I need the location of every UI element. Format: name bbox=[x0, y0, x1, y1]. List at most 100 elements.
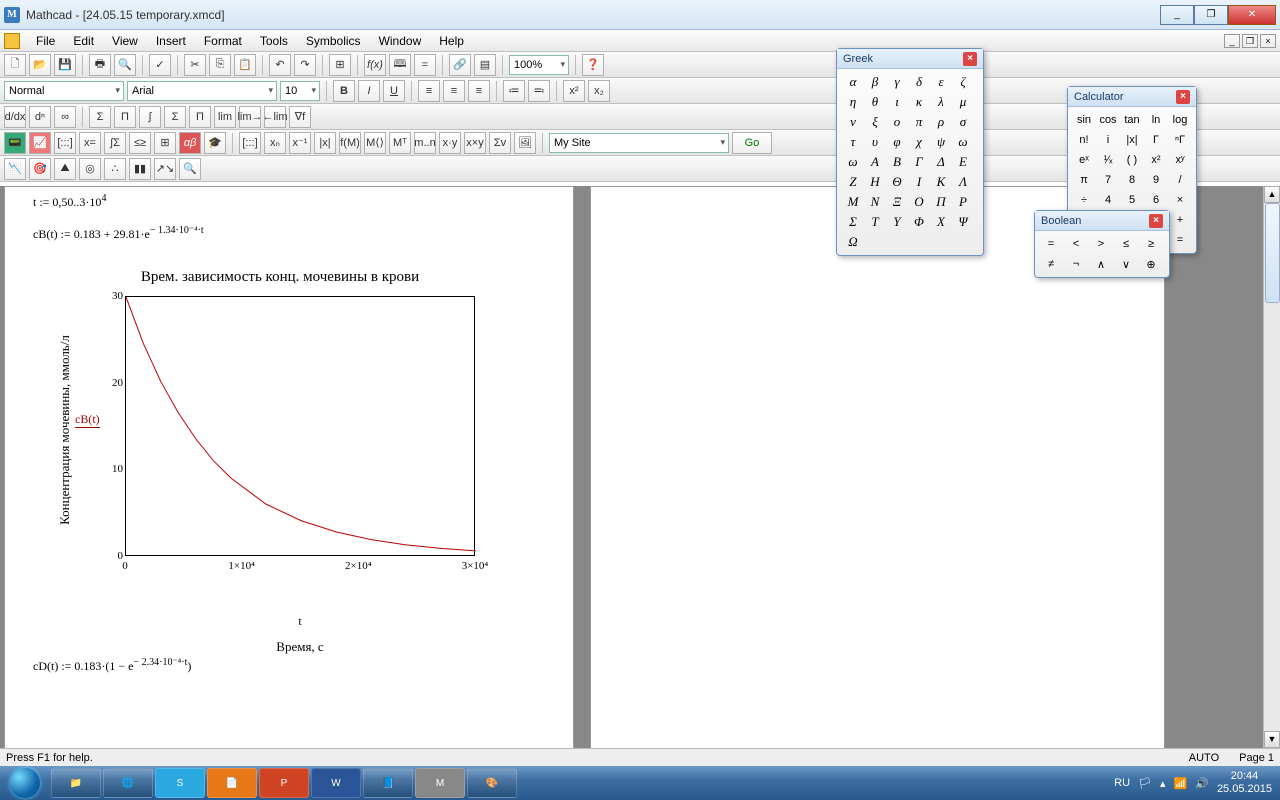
gradient-icon[interactable]: ∇f bbox=[289, 106, 311, 128]
palette-cell[interactable]: μ bbox=[953, 93, 973, 111]
tray-flag-icon[interactable]: 🏳 bbox=[1138, 777, 1152, 790]
evaluation-palette-button[interactable]: x= bbox=[79, 132, 101, 154]
palette-cell[interactable]: ο bbox=[887, 113, 907, 131]
palette-cell[interactable]: 4 bbox=[1098, 191, 1118, 209]
palette-cell[interactable]: = bbox=[1170, 231, 1190, 249]
range-button[interactable]: m..n bbox=[414, 132, 436, 154]
3d-scatter-button[interactable]: ∴ bbox=[104, 158, 126, 180]
tray-network-icon[interactable]: 📶 bbox=[1174, 777, 1188, 790]
scroll-up-button[interactable]: ▲ bbox=[1264, 186, 1280, 203]
palette-cell[interactable]: Γ bbox=[909, 153, 929, 171]
bar-plot-button[interactable]: ▮▮ bbox=[129, 158, 151, 180]
align-left-button[interactable]: ≡ bbox=[418, 80, 440, 102]
site-combo[interactable]: My Site bbox=[549, 133, 729, 153]
limit-left-icon[interactable]: ←lim bbox=[264, 106, 286, 128]
palette-cell[interactable]: T bbox=[865, 213, 885, 231]
palette-cell[interactable]: eˣ bbox=[1074, 151, 1094, 169]
cross-product-button[interactable]: x×y bbox=[464, 132, 486, 154]
palette-cell[interactable]: > bbox=[1091, 235, 1111, 253]
palette-cell[interactable]: 8 bbox=[1122, 171, 1142, 189]
close-button[interactable]: ✕ bbox=[1228, 5, 1276, 25]
maximize-button[interactable]: ❐ bbox=[1194, 5, 1228, 25]
palette-cell[interactable]: N bbox=[865, 193, 885, 211]
palette-cell[interactable]: 6 bbox=[1146, 191, 1166, 209]
palette-cell[interactable]: ¬ bbox=[1066, 255, 1086, 273]
graph-palette-button[interactable]: 📈 bbox=[29, 132, 51, 154]
palette-cell[interactable]: ≥ bbox=[1141, 235, 1161, 253]
palette-cell[interactable]: γ bbox=[887, 73, 907, 91]
align-center-button[interactable]: ≡ bbox=[443, 80, 465, 102]
palette-cell[interactable]: ρ bbox=[931, 113, 951, 131]
paste-button[interactable]: 📋 bbox=[234, 54, 256, 76]
vector-field-button[interactable]: ↗↘ bbox=[154, 158, 176, 180]
palette-cell[interactable] bbox=[909, 233, 929, 251]
palette-cell[interactable]: 7 bbox=[1098, 171, 1118, 189]
palette-cell[interactable]: β bbox=[865, 73, 885, 91]
palette-cell[interactable]: i bbox=[1098, 131, 1118, 149]
palette-cell[interactable] bbox=[931, 233, 951, 251]
palette-cell[interactable]: Z bbox=[843, 173, 863, 191]
save-button[interactable]: 💾 bbox=[54, 54, 76, 76]
palette-cell[interactable]: n! bbox=[1074, 131, 1094, 149]
tray-volume-icon[interactable]: 🔊 bbox=[1195, 777, 1209, 790]
palette-cell[interactable]: Δ bbox=[931, 153, 951, 171]
programming-palette-button[interactable]: ⊞ bbox=[154, 132, 176, 154]
infinity-icon[interactable]: ∞ bbox=[54, 106, 76, 128]
product-icon[interactable]: Π bbox=[189, 106, 211, 128]
menu-help[interactable]: Help bbox=[431, 32, 472, 50]
surface-plot-button[interactable]: ⛰ bbox=[54, 158, 76, 180]
insert-component-button[interactable]: ▤ bbox=[474, 54, 496, 76]
range-definition[interactable]: t := 0,50..3·104 bbox=[33, 193, 106, 210]
task-foxit[interactable]: 📄 bbox=[207, 768, 257, 798]
scroll-down-button[interactable]: ▼ bbox=[1264, 731, 1280, 748]
palette-cell[interactable]: ( ) bbox=[1122, 151, 1142, 169]
palette-cell[interactable]: ψ bbox=[931, 133, 951, 151]
chart-region[interactable]: Врем. зависимость конц. мочевины в крови… bbox=[45, 269, 515, 655]
summation-sigma-icon[interactable]: Σ bbox=[89, 106, 111, 128]
task-mathcad[interactable]: M bbox=[415, 768, 465, 798]
palette-cell[interactable]: Λ bbox=[953, 173, 973, 191]
palette-cell[interactable]: 9 bbox=[1146, 171, 1166, 189]
calculator-close-button[interactable]: × bbox=[1176, 90, 1190, 104]
palette-cell[interactable]: χ bbox=[909, 133, 929, 151]
palette-cell[interactable]: υ bbox=[865, 133, 885, 151]
palette-cell[interactable]: ν bbox=[843, 113, 863, 131]
palette-cell[interactable]: O bbox=[909, 193, 929, 211]
calculus-palette-button[interactable]: ∫Σ bbox=[104, 132, 126, 154]
align-regions-button[interactable]: ⊞ bbox=[329, 54, 351, 76]
menu-file[interactable]: File bbox=[28, 32, 63, 50]
mdi-restore-button[interactable]: ❐ bbox=[1242, 34, 1258, 48]
palette-cell[interactable]: ι bbox=[887, 93, 907, 111]
palette-cell[interactable]: x² bbox=[1146, 151, 1166, 169]
palette-cell[interactable]: Σ bbox=[843, 213, 863, 231]
menu-format[interactable]: Format bbox=[196, 32, 250, 50]
greek-palette-header[interactable]: Greek × bbox=[837, 49, 983, 69]
open-button[interactable]: 📂 bbox=[29, 54, 51, 76]
task-explorer[interactable]: 📁 bbox=[51, 768, 101, 798]
palette-cell[interactable]: ⁿΓ bbox=[1170, 131, 1190, 149]
insert-unit-button[interactable]: 🕮 bbox=[389, 54, 411, 76]
zoom-combo[interactable]: 100% bbox=[509, 55, 569, 75]
palette-cell[interactable]: α bbox=[843, 73, 863, 91]
integral-icon[interactable]: ∫ bbox=[139, 106, 161, 128]
vertical-scrollbar[interactable]: ▲ ▼ bbox=[1263, 186, 1280, 748]
vectorize-button[interactable]: f(M) bbox=[339, 132, 361, 154]
boolean-palette[interactable]: Boolean × =<>≤≥≠¬∧∨⊕ bbox=[1034, 210, 1170, 278]
palette-cell[interactable]: K bbox=[931, 173, 951, 191]
palette-cell[interactable]: I bbox=[909, 173, 929, 191]
palette-cell[interactable] bbox=[953, 233, 973, 251]
palette-cell[interactable]: ξ bbox=[865, 113, 885, 131]
palette-cell[interactable]: + bbox=[1170, 211, 1190, 229]
copy-button[interactable]: ⎘ bbox=[209, 54, 231, 76]
scroll-thumb[interactable] bbox=[1265, 203, 1280, 303]
system-tray[interactable]: RU 🏳 ▴ 📶 🔊 20:44 25.05.2015 bbox=[1114, 770, 1280, 796]
palette-cell[interactable]: ÷ bbox=[1074, 191, 1094, 209]
palette-cell[interactable]: < bbox=[1066, 235, 1086, 253]
sum-vector-button[interactable]: Σv bbox=[489, 132, 511, 154]
print-preview-button[interactable]: 🔍 bbox=[114, 54, 136, 76]
menu-view[interactable]: View bbox=[104, 32, 146, 50]
palette-cell[interactable]: log bbox=[1170, 111, 1190, 129]
underline-button[interactable]: U bbox=[383, 80, 405, 102]
menu-window[interactable]: Window bbox=[371, 32, 430, 50]
boolean-palette-header[interactable]: Boolean × bbox=[1035, 211, 1169, 231]
